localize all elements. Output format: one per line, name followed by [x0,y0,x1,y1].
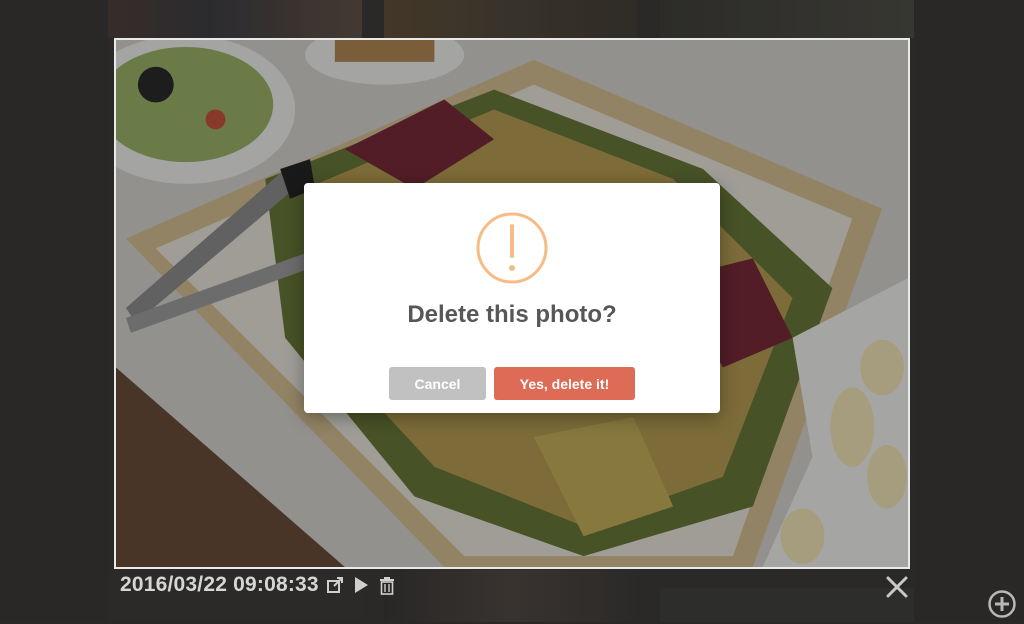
gallery-thumbnail [384,570,638,622]
photo-info-bar: 2016/03/22 09:08:33 [120,572,397,598]
gallery-background-left [0,0,108,622]
external-link-icon[interactable] [325,575,345,595]
close-icon[interactable] [884,574,910,600]
gallery-thumbnail [108,0,362,38]
gallery-thumbnail [660,588,914,622]
play-icon[interactable] [351,575,371,595]
delete-confirm-dialog: Delete this photo? Cancel Yes, delete it… [304,183,720,413]
trash-icon[interactable] [377,575,397,595]
gallery-thumbnail [660,0,914,38]
cancel-button[interactable]: Cancel [389,367,486,400]
gallery-thumbnail [384,0,638,38]
confirm-delete-button[interactable]: Yes, delete it! [494,367,635,400]
photo-timestamp: 2016/03/22 09:08:33 [120,573,319,596]
add-circle-icon[interactable] [987,589,1017,619]
exclamation-circle-icon [476,212,548,284]
gallery-background-right [914,0,1024,622]
dialog-title: Delete this photo? [407,301,617,328]
